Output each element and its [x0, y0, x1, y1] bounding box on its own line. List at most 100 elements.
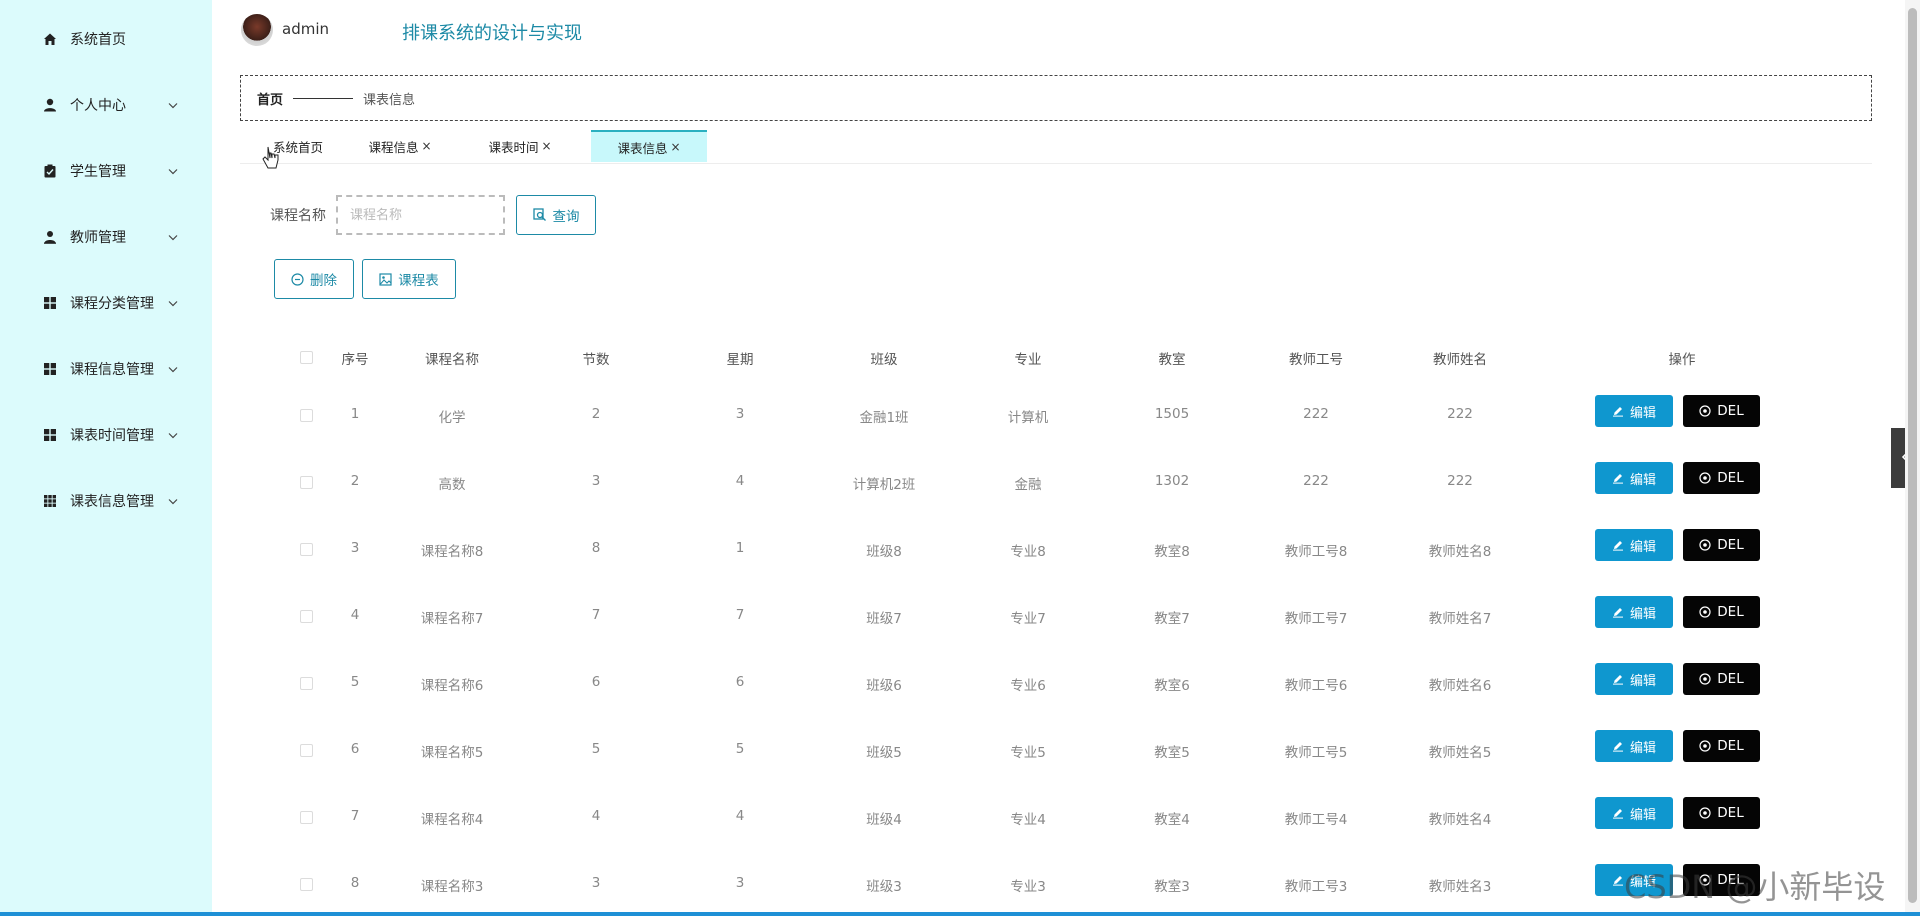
edit-button[interactable]: 编辑 — [1595, 730, 1673, 762]
sidebar-item-label: 系统首页 — [70, 32, 126, 48]
del-button[interactable]: DEL — [1683, 730, 1760, 762]
scrollbar-thumb[interactable] — [1908, 8, 1917, 903]
edit-button[interactable]: 编辑 — [1595, 462, 1673, 494]
column-header: 教师姓名 — [1433, 352, 1487, 368]
chevron-down-icon — [166, 296, 180, 310]
pencil-icon — [1612, 874, 1624, 886]
sidebar-item-label: 课表信息管理 — [70, 494, 154, 510]
search-label: 课程名称 — [270, 208, 326, 224]
del-button[interactable]: DEL — [1683, 395, 1760, 427]
sidebar-item-3[interactable]: 学生管理 — [0, 151, 212, 191]
table-cell: 7 — [591, 607, 601, 623]
sidebar-item-7[interactable]: 课表时间管理 — [0, 415, 212, 455]
close-circle-icon — [1699, 673, 1711, 685]
tab-3[interactable]: 课表时间 × — [462, 130, 578, 162]
table-cell: 班级8 — [866, 544, 902, 560]
grid-icon — [42, 295, 58, 311]
grid-icon — [42, 361, 58, 377]
schedule-button[interactable]: 课程表 — [362, 259, 456, 299]
table-cell: 教室8 — [1154, 544, 1190, 560]
table-cell: 教室4 — [1154, 812, 1190, 828]
schedule-button-label: 课程表 — [398, 273, 439, 289]
table-cell: 1 — [735, 540, 745, 556]
table-cell: 4 — [735, 808, 745, 824]
username[interactable]: admin — [282, 20, 329, 38]
table-cell: 1302 — [1154, 473, 1190, 489]
edit-button[interactable]: 编辑 — [1595, 529, 1673, 561]
sidebar-item-8[interactable]: 课表信息管理 — [0, 481, 212, 521]
grid-nine-icon — [42, 493, 58, 509]
table-cell: 班级7 — [866, 611, 902, 627]
table-cell: 教师姓名6 — [1428, 678, 1492, 694]
edit-button[interactable]: 编辑 — [1595, 596, 1673, 628]
table-cell: 专业4 — [1010, 812, 1046, 828]
del-button[interactable]: DEL — [1683, 596, 1760, 628]
del-button-label: DEL — [1717, 805, 1744, 821]
watermark: CSDN @小新毕设 — [1624, 868, 1886, 906]
breadcrumb-home[interactable]: 首页 — [257, 89, 283, 108]
breadcrumb-separator — [293, 97, 354, 99]
table-cell: 222 — [1447, 406, 1473, 422]
close-icon[interactable]: × — [541, 139, 551, 153]
table-cell: 222 — [1447, 473, 1473, 489]
del-button[interactable]: DEL — [1683, 663, 1760, 695]
close-icon[interactable]: × — [421, 139, 431, 153]
table-cell: 3 — [735, 406, 745, 422]
sidebar-item-6[interactable]: 课程信息管理 — [0, 349, 212, 389]
minus-circle-icon — [291, 272, 304, 286]
table-cell: 课程名称7 — [420, 611, 484, 627]
edit-button-label: 编辑 — [1629, 472, 1656, 488]
table-cell: 5 — [735, 741, 745, 757]
del-button[interactable]: DEL — [1683, 529, 1760, 561]
pencil-icon — [1612, 606, 1624, 618]
table-cell: 2 — [591, 406, 601, 422]
tab-1[interactable]: 系统首页 — [240, 130, 356, 162]
delete-button[interactable]: 删除 — [274, 259, 354, 299]
pencil-icon — [1612, 539, 1624, 551]
edit-button[interactable]: 编辑 — [1595, 395, 1673, 427]
edit-button[interactable]: 编辑 — [1595, 663, 1673, 695]
close-icon[interactable]: × — [670, 140, 680, 154]
chevron-down-icon — [166, 494, 180, 508]
table-cell: 教师姓名5 — [1428, 745, 1492, 761]
avatar[interactable] — [241, 14, 273, 46]
chevron-down-icon — [166, 428, 180, 442]
column-header: 班级 — [870, 352, 898, 368]
sidebar-item-1[interactable]: 系统首页 — [0, 19, 212, 59]
table-cell: 教室7 — [1154, 611, 1190, 627]
edit-button-label: 编辑 — [1629, 673, 1656, 689]
sidebar-item-label: 教师管理 — [70, 230, 126, 246]
table-cell: 金融 — [1014, 477, 1042, 493]
del-button[interactable]: DEL — [1683, 797, 1760, 829]
del-button-label: DEL — [1717, 403, 1744, 419]
query-button[interactable]: 查询 — [516, 195, 596, 235]
del-button-label: DEL — [1717, 671, 1744, 687]
close-circle-icon — [1699, 740, 1711, 752]
edit-button-label: 编辑 — [1629, 740, 1656, 756]
home-icon — [42, 31, 58, 47]
pencil-icon — [1612, 740, 1624, 752]
edit-button[interactable]: 编辑 — [1595, 797, 1673, 829]
del-button-label: DEL — [1717, 604, 1744, 620]
chevron-down-icon — [166, 362, 180, 376]
close-circle-icon — [1699, 539, 1711, 551]
sidebar-item-label: 课程分类管理 — [70, 296, 154, 312]
table-cell: 计算机 — [1007, 410, 1049, 426]
del-button[interactable]: DEL — [1683, 462, 1760, 494]
column-header: 节数 — [582, 352, 610, 368]
sidebar-item-4[interactable]: 教师管理 — [0, 217, 212, 257]
table-cell: 课程名称4 — [420, 812, 484, 828]
course-name-search-input[interactable] — [336, 195, 505, 235]
sidebar-item-5[interactable]: 课程分类管理 — [0, 283, 212, 323]
tab-2[interactable]: 课程信息 × — [342, 130, 458, 162]
sidebar-item-2[interactable]: 个人中心 — [0, 85, 212, 125]
table-cell: 课程名称6 — [420, 678, 484, 694]
chevron-down-icon — [166, 164, 180, 178]
table-cell: 高数 — [438, 477, 466, 493]
edit-button-label: 编辑 — [1629, 606, 1656, 622]
query-button-label: 查询 — [552, 209, 580, 225]
column-header: 课程名称 — [425, 352, 479, 368]
del-button-label: DEL — [1717, 537, 1744, 553]
tab-4[interactable]: 课表信息 × — [591, 130, 707, 162]
column-header: 操作 — [1668, 352, 1696, 368]
